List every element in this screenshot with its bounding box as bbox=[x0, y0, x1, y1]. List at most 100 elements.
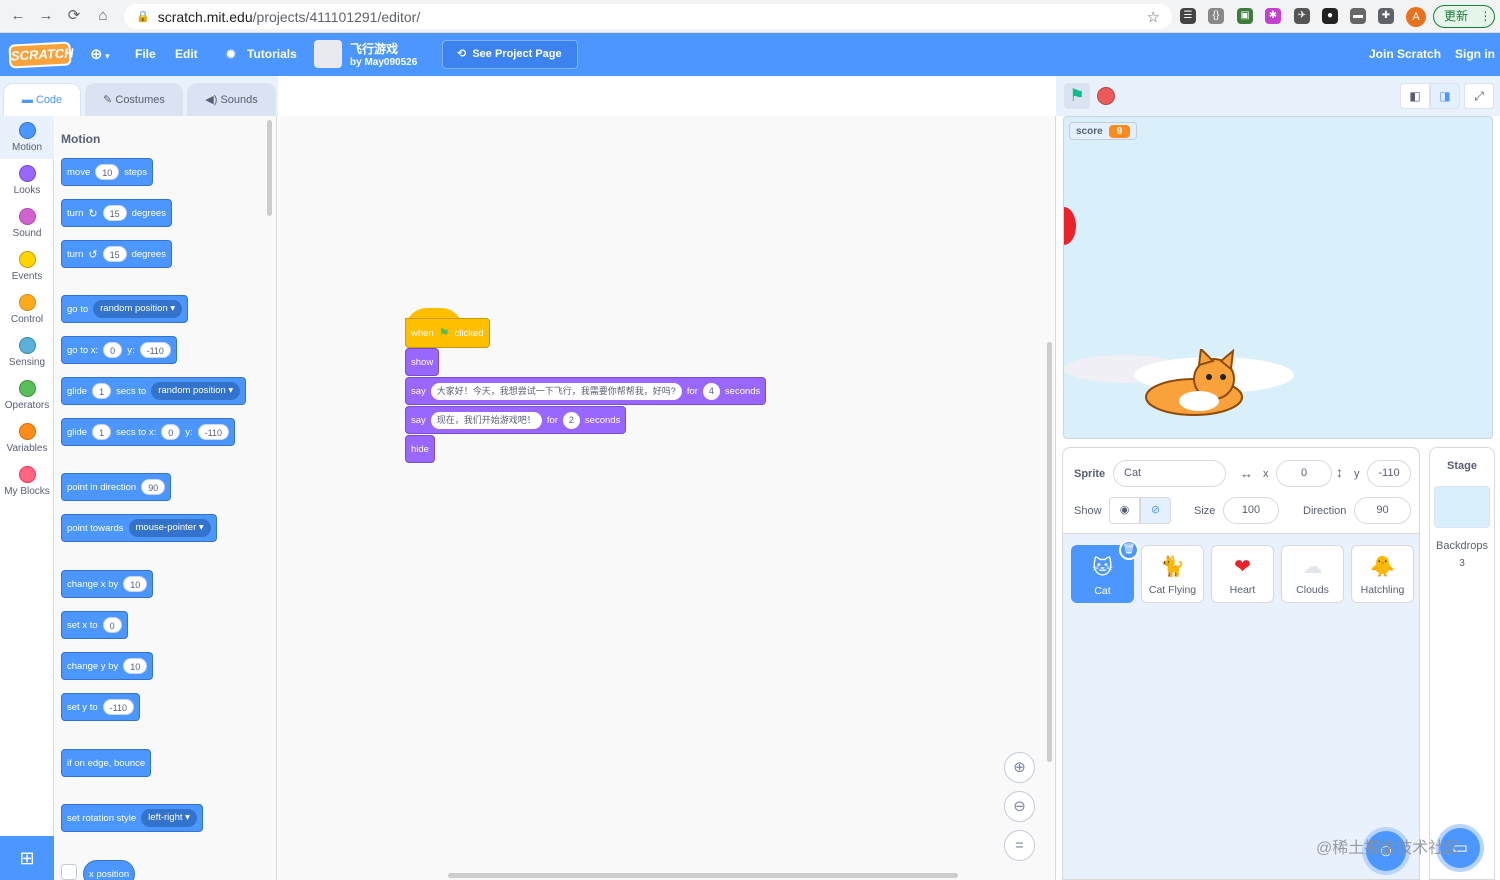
category-looks[interactable]: Looks bbox=[0, 159, 54, 202]
green-flag-button[interactable]: ⚑ bbox=[1064, 83, 1090, 109]
category-motion[interactable]: Motion bbox=[0, 116, 54, 159]
extension-icon[interactable]: {} bbox=[1208, 8, 1224, 24]
block-glide-to[interactable]: glide 1 secs to random position ▾ bbox=[61, 377, 247, 405]
block-change-x[interactable]: change x by 10 bbox=[61, 570, 154, 598]
block-edge-bounce[interactable]: if on edge, bounce bbox=[61, 749, 152, 777]
add-extension-button[interactable]: ⊞ bbox=[0, 836, 54, 880]
block-input[interactable]: 1 bbox=[92, 383, 112, 399]
block-dropdown[interactable]: random position ▾ bbox=[93, 300, 183, 318]
show-visible-button[interactable]: ◉ bbox=[1109, 497, 1140, 524]
sprite-tile-heart[interactable]: ❤ Heart bbox=[1211, 545, 1274, 603]
back-icon[interactable]: ← bbox=[8, 6, 28, 26]
join-scratch-link[interactable]: Join Scratch bbox=[1369, 33, 1441, 76]
score-monitor[interactable]: score 9 bbox=[1069, 122, 1138, 140]
block-input[interactable]: 15 bbox=[102, 246, 127, 262]
stop-button[interactable] bbox=[1097, 87, 1115, 105]
block-move-steps[interactable]: move 10 steps bbox=[61, 158, 153, 186]
block-input[interactable]: 0 bbox=[161, 424, 181, 440]
block-input[interactable]: 10 bbox=[95, 164, 120, 180]
block-input[interactable]: -110 bbox=[197, 424, 229, 440]
say-for-block[interactable]: say 大家好！今天，我想尝试一下飞行，我需要你帮帮我，好吗? for 4 second… bbox=[405, 377, 767, 405]
block-input[interactable]: 10 bbox=[123, 658, 148, 674]
category-sound[interactable]: Sound bbox=[0, 202, 54, 245]
category-variables[interactable]: Variables bbox=[0, 417, 54, 460]
block-turn-left[interactable]: turn ↺ 15 degrees bbox=[61, 240, 172, 268]
block-dropdown[interactable]: mouse-pointer ▾ bbox=[128, 519, 211, 537]
update-button[interactable]: 更新 ⋮ bbox=[1433, 5, 1495, 28]
block-change-y[interactable]: change y by 10 bbox=[61, 652, 154, 680]
x-input[interactable]: 0 bbox=[1276, 460, 1332, 487]
stage-canvas[interactable]: score 9 bbox=[1063, 116, 1493, 439]
delete-sprite-button[interactable]: 🗑 bbox=[1119, 540, 1139, 560]
block-point-towards[interactable]: point towards mouse-pointer ▾ bbox=[61, 514, 217, 542]
zoom-reset-button[interactable]: = bbox=[1004, 830, 1035, 861]
zoom-in-button[interactable]: ⊕ bbox=[1004, 752, 1035, 783]
extension-icon[interactable]: ▣ bbox=[1237, 8, 1253, 24]
block-input[interactable]: 0 bbox=[103, 342, 123, 358]
menu-edit[interactable]: Edit bbox=[175, 33, 198, 76]
block-turn-right[interactable]: turn ↻ 15 degrees bbox=[61, 199, 172, 227]
address-bar[interactable]: 🔒 scratch.mit.edu/projects/411101291/edi… bbox=[124, 4, 1172, 29]
block-rotation-style[interactable]: set rotation style left-right ▾ bbox=[61, 804, 203, 832]
block-input[interactable]: 1 bbox=[92, 424, 112, 440]
globe-icon[interactable]: ⊕ ▾ bbox=[90, 33, 110, 76]
block-input[interactable]: -110 bbox=[139, 342, 171, 358]
large-stage-button[interactable]: ◨ bbox=[1430, 83, 1460, 109]
code-workspace[interactable] bbox=[278, 116, 1056, 880]
show-hidden-button[interactable]: ⊘ bbox=[1140, 497, 1171, 524]
size-input[interactable]: 100 bbox=[1223, 497, 1279, 524]
block-go-to-xy[interactable]: go to x: 0 y: -110 bbox=[61, 336, 177, 364]
extension-icon[interactable]: ● bbox=[1322, 8, 1338, 24]
workspace-vertical-scrollbar[interactable] bbox=[1047, 342, 1052, 762]
stage-selector[interactable]: Stage Backdrops 3 bbox=[1429, 447, 1495, 880]
block-point-direction[interactable]: point in direction 90 bbox=[61, 473, 172, 501]
home-icon[interactable]: ⌂ bbox=[93, 6, 113, 26]
extension-icon[interactable]: ✱ bbox=[1265, 8, 1281, 24]
sprite-tile-hatchling[interactable]: 🐥 Hatchling bbox=[1351, 545, 1414, 603]
category-operators[interactable]: Operators bbox=[0, 374, 54, 417]
sprite-tile-clouds[interactable]: ☁ Clouds bbox=[1281, 545, 1344, 603]
zoom-out-button[interactable]: ⊖ bbox=[1004, 791, 1035, 822]
tab-code[interactable]: ▬ Code bbox=[3, 83, 81, 116]
category-events[interactable]: Events bbox=[0, 245, 54, 288]
block-input[interactable]: -110 bbox=[102, 699, 134, 715]
bookmark-star-icon[interactable]: ☆ bbox=[1147, 8, 1160, 26]
hide-block[interactable]: hide bbox=[405, 435, 435, 463]
forward-icon[interactable]: → bbox=[36, 6, 56, 26]
category-control[interactable]: Control bbox=[0, 288, 54, 331]
puzzle-icon[interactable]: ✚ bbox=[1378, 8, 1394, 24]
say-for-block[interactable]: say 现在，我们开始游戏吧！ for 2 seconds bbox=[405, 406, 627, 434]
reload-icon[interactable]: ⟳ bbox=[64, 6, 84, 26]
sign-in-link[interactable]: Sign in bbox=[1455, 33, 1495, 76]
workspace-horizontal-scrollbar[interactable] bbox=[448, 873, 958, 878]
reading-list-icon[interactable]: ☰ bbox=[1180, 8, 1196, 24]
category-my-blocks[interactable]: My Blocks bbox=[0, 460, 54, 503]
extension-icon[interactable]: ▬ bbox=[1350, 8, 1366, 24]
block-input[interactable]: 10 bbox=[123, 576, 148, 592]
show-block[interactable]: show bbox=[405, 348, 440, 376]
y-input[interactable]: -110 bbox=[1367, 460, 1411, 487]
say-message-input[interactable]: 大家好！今天，我想尝试一下飞行，我需要你帮帮我，好吗? bbox=[430, 382, 682, 400]
block-dropdown[interactable]: left-right ▾ bbox=[141, 809, 197, 827]
see-project-page-button[interactable]: ⟲ See Project Page bbox=[442, 40, 578, 69]
scratch-logo[interactable]: SCRATCH bbox=[8, 41, 74, 69]
sprite-name-input[interactable]: Cat bbox=[1113, 460, 1226, 487]
extension-icon[interactable]: ✈ bbox=[1294, 8, 1310, 24]
block-go-to[interactable]: go to random position ▾ bbox=[61, 295, 189, 323]
block-input[interactable]: 0 bbox=[102, 617, 122, 633]
palette-scrollbar[interactable] bbox=[267, 120, 272, 216]
block-glide-xy[interactable]: glide 1 secs to x: 0 y: -110 bbox=[61, 418, 235, 446]
block-dropdown[interactable]: random position ▾ bbox=[151, 382, 241, 400]
small-stage-button[interactable]: ◧ bbox=[1400, 83, 1430, 109]
block-input[interactable]: 90 bbox=[141, 479, 166, 495]
say-seconds-input[interactable]: 4 bbox=[702, 382, 720, 400]
sprite-tile-cat-flying[interactable]: 🐈 Cat Flying bbox=[1141, 545, 1204, 603]
tab-costumes[interactable]: ✎ Costumes bbox=[85, 83, 183, 116]
menu-file[interactable]: File bbox=[135, 33, 156, 76]
monitor-checkbox[interactable] bbox=[61, 864, 77, 880]
menu-tutorials[interactable]: Tutorials bbox=[247, 33, 297, 76]
say-seconds-input[interactable]: 2 bbox=[562, 411, 580, 429]
project-title[interactable]: 飞行游戏 bbox=[350, 40, 398, 57]
fullscreen-button[interactable]: ⤢ bbox=[1464, 83, 1494, 109]
say-message-input[interactable]: 现在，我们开始游戏吧！ bbox=[430, 411, 542, 429]
